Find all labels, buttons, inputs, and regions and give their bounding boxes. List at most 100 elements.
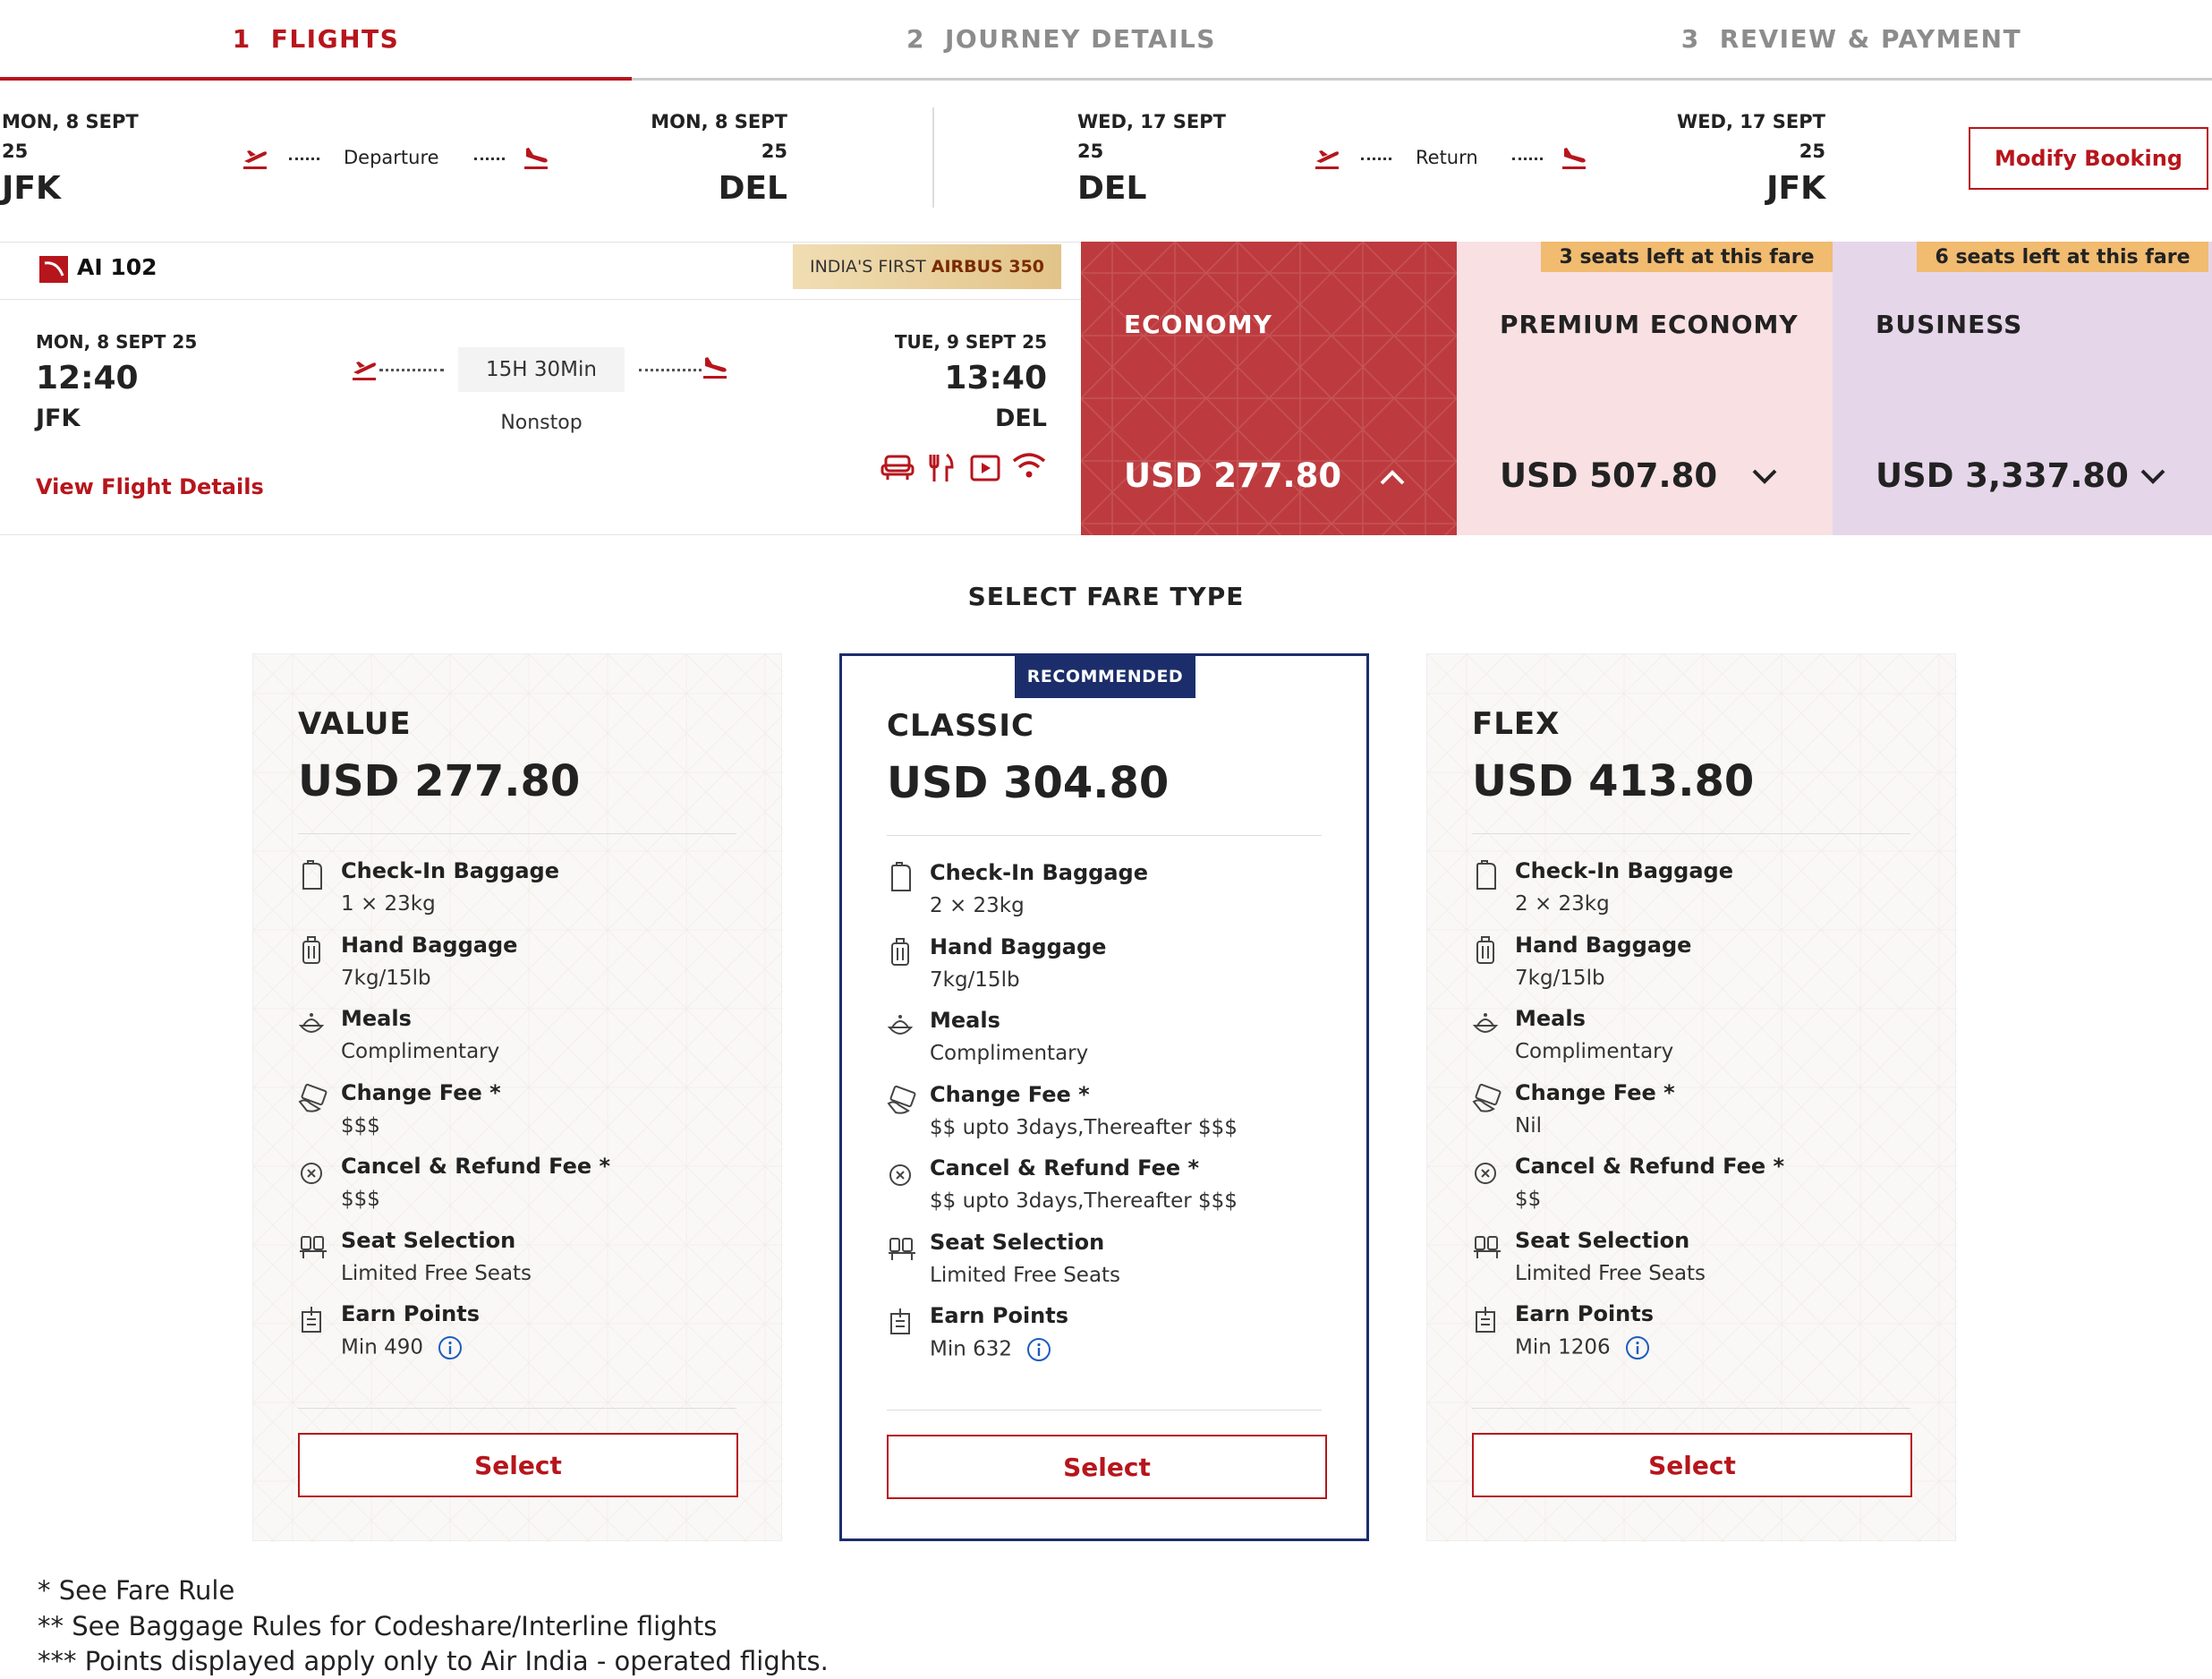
info-icon[interactable] — [438, 1335, 463, 1360]
feature-title: Check-In Baggage — [930, 860, 1148, 885]
checkin-baggage-icon — [1472, 860, 1499, 892]
feature-title: Meals — [1515, 1006, 1586, 1031]
checkin-baggage-icon — [887, 862, 914, 894]
divider — [887, 1410, 1322, 1411]
cabin-name: BUSINESS — [1876, 310, 2023, 339]
fare-feature: Cancel & Refund Fee * $$ — [1472, 1154, 1910, 1227]
feature-value: 2 × 23kg — [1515, 892, 1610, 916]
fare-feature: Cancel & Refund Fee * $$ upto 3days,There… — [887, 1155, 1325, 1229]
fare-feature: Meals Complimentary — [298, 1006, 736, 1079]
flight-dep-code: JFK — [36, 405, 81, 432]
fare-feature: Check-In Baggage 2 × 23kg — [887, 860, 1325, 933]
feature-title: Seat Selection — [930, 1229, 1105, 1255]
cabin-premium-economy[interactable]: PREMIUM ECONOMY USD 507.80 — [1457, 242, 1833, 535]
feature-value: Min 490 — [341, 1335, 463, 1360]
fare-price: USD 277.80 — [298, 756, 581, 806]
fare-feature: Hand Baggage 7kg/15lb — [298, 933, 736, 1006]
modify-booking-button[interactable]: Modify Booking — [1969, 127, 2208, 190]
fare-feature: Check-In Baggage 2 × 23kg — [1472, 858, 1910, 932]
chevron-up-icon[interactable] — [1376, 465, 1408, 489]
feature-title: Earn Points — [1515, 1301, 1655, 1326]
feature-value: Limited Free Seats — [1515, 1261, 1706, 1285]
fare-feature: Meals Complimentary — [887, 1008, 1325, 1081]
select-fare-button[interactable]: Select — [1472, 1433, 1912, 1497]
return-label: Return — [1416, 147, 1478, 168]
feature-title: Earn Points — [930, 1303, 1069, 1328]
fare-feature: Check-In Baggage 1 × 23kg — [298, 858, 736, 932]
fare-feature: Earn Points Min 632 — [887, 1303, 1325, 1376]
journey-divider — [932, 107, 934, 208]
feature-value: Min 1206 — [1515, 1335, 1650, 1360]
step-label: FLIGHTS — [270, 23, 400, 54]
earn-points-icon — [887, 1305, 914, 1337]
feature-value: 1 × 23kg — [341, 892, 436, 916]
step-journey-details[interactable]: 2 JOURNEY DETAILS — [632, 0, 1491, 81]
divider — [1472, 833, 1910, 834]
feature-title: Check-In Baggage — [341, 858, 559, 883]
step-review-payment[interactable]: 3 REVIEW & PAYMENT — [1491, 0, 2212, 81]
feature-title: Earn Points — [341, 1301, 481, 1326]
landing-icon — [523, 145, 549, 170]
cancel-icon — [1472, 1155, 1499, 1188]
step-flights[interactable]: 1 FLIGHTS — [0, 0, 632, 81]
airbus-350-badge: INDIA'S FIRST AIRBUS 350 — [793, 244, 1061, 289]
fare-card-value: VALUE USD 277.80 Check-In Baggage 1 × 23kg H… — [252, 653, 783, 1542]
footnote: ** See Baggage Rules for Codeshare/Inter… — [38, 1611, 718, 1641]
fare-name: CLASSIC — [887, 708, 1034, 744]
hand-baggage-icon — [298, 934, 325, 967]
divider — [887, 835, 1322, 836]
flight-number: AI 102 — [77, 254, 157, 280]
hand-baggage-icon — [1472, 934, 1499, 967]
return-arr-code: JFK — [1766, 170, 1825, 207]
step-number: 2 — [906, 24, 925, 54]
flight-arr-code: DEL — [994, 405, 1047, 432]
select-fare-button[interactable]: Select — [298, 1433, 738, 1497]
step-number: 1 — [232, 23, 251, 54]
info-icon[interactable] — [1026, 1337, 1051, 1362]
cabin-economy[interactable]: ECONOMY USD 277.80 — [1081, 242, 1457, 535]
meal-icon — [927, 453, 956, 483]
cabin-business[interactable]: BUSINESS USD 3,337.80 — [1833, 242, 2212, 535]
fare-feature: Cancel & Refund Fee * $$$ — [298, 1154, 736, 1227]
feature-value: Min 632 — [930, 1337, 1051, 1362]
fare-feature: Change Fee * Nil — [1472, 1080, 1910, 1154]
outbound-arr-date: MON, 8 SEPT 25 — [651, 111, 787, 162]
seat-selection-icon — [887, 1232, 915, 1264]
earn-points-icon — [1472, 1303, 1499, 1335]
feature-value: 7kg/15lb — [930, 967, 1020, 992]
checkin-baggage-icon — [298, 860, 325, 892]
view-flight-details-link[interactable]: View Flight Details — [36, 474, 264, 499]
feature-title: Change Fee * — [341, 1079, 501, 1105]
chevron-down-icon[interactable] — [2137, 465, 2169, 489]
feature-value: $$ upto 3days,Thereafter $$$ — [930, 1189, 1238, 1213]
feature-value: 7kg/15lb — [1515, 966, 1605, 990]
wifi-icon — [1011, 451, 1047, 480]
info-icon[interactable] — [1625, 1335, 1650, 1360]
seats-left-badge: 3 seats left at this fare — [1541, 242, 1833, 272]
step-label: REVIEW & PAYMENT — [1719, 24, 2022, 54]
seat-selection-icon — [298, 1230, 327, 1262]
fare-feature: Earn Points Min 1206 — [1472, 1301, 1910, 1375]
feature-value: Limited Free Seats — [930, 1263, 1121, 1287]
feature-title: Meals — [341, 1006, 412, 1031]
seat-icon — [881, 453, 915, 482]
cabin-price: USD 507.80 — [1500, 456, 1718, 495]
cabin-name: ECONOMY — [1124, 310, 1272, 339]
air-india-logo-icon — [39, 256, 68, 283]
landing-icon — [702, 354, 728, 379]
takeoff-icon — [1314, 145, 1340, 170]
fare-price: USD 304.80 — [887, 758, 1170, 808]
chevron-down-icon[interactable] — [1748, 465, 1781, 489]
hand-baggage-icon — [887, 936, 914, 968]
flight-dep-date: MON, 8 SEPT 25 — [36, 331, 198, 353]
select-fare-button[interactable]: Select — [887, 1435, 1327, 1499]
feature-title: Hand Baggage — [930, 933, 1107, 959]
feature-value: Complimentary — [1515, 1040, 1674, 1063]
feature-title: Change Fee * — [930, 1081, 1090, 1107]
fare-name: FLEX — [1472, 706, 1561, 742]
feature-title: Cancel & Refund Fee * — [1515, 1154, 1785, 1179]
feature-title: Hand Baggage — [1515, 932, 1692, 958]
feature-title: Hand Baggage — [341, 932, 518, 958]
feature-value: 2 × 23kg — [930, 894, 1025, 917]
meals-icon — [887, 1010, 914, 1042]
